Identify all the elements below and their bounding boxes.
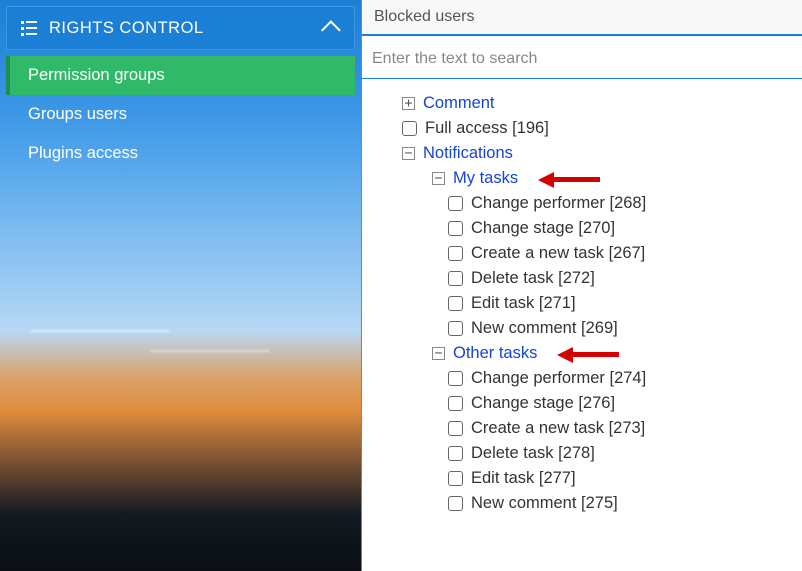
tree-leaf[interactable]: Edit task [271] xyxy=(370,291,794,316)
tree-label: Change stage [270] xyxy=(471,219,615,238)
tree-label: New comment [275] xyxy=(471,494,618,513)
tree-label: Change performer [274] xyxy=(471,369,646,388)
tree-label[interactable]: Other tasks xyxy=(453,344,537,363)
tree-leaf[interactable]: Change stage [270] xyxy=(370,216,794,241)
collapse-icon[interactable]: − xyxy=(432,347,445,360)
tree-leaf[interactable]: Change stage [276] xyxy=(370,391,794,416)
tree-node-comment[interactable]: + Comment xyxy=(370,91,794,116)
checkbox[interactable] xyxy=(448,246,463,261)
sidebar-item-groups-users[interactable]: Groups users xyxy=(6,95,355,134)
checkbox[interactable] xyxy=(448,471,463,486)
tree-leaf[interactable]: Delete task [278] xyxy=(370,441,794,466)
sidebar-section-title: RIGHTS CONTROL xyxy=(49,19,204,38)
checkbox[interactable] xyxy=(448,496,463,511)
sidebar-section-rights-control[interactable]: RIGHTS CONTROL xyxy=(6,6,355,50)
sidebar-item-plugins-access[interactable]: Plugins access xyxy=(6,134,355,173)
sidebar-item-label: Groups users xyxy=(28,105,127,123)
tree-leaf[interactable]: Change performer [268] xyxy=(370,191,794,216)
checkbox[interactable] xyxy=(448,196,463,211)
tree-label: Full access [196] xyxy=(425,119,549,138)
sidebar: RIGHTS CONTROL Permission groups Groups … xyxy=(0,0,361,571)
tree-node-notifications[interactable]: − Notifications xyxy=(370,141,794,166)
checkbox[interactable] xyxy=(448,296,463,311)
bg-cloud xyxy=(150,350,270,352)
tree-label: New comment [269] xyxy=(471,319,618,338)
sidebar-item-label: Permission groups xyxy=(28,66,165,84)
sidebar-item-label: Plugins access xyxy=(28,144,138,162)
permission-tree: + Comment Full access [196] − Notificati… xyxy=(362,79,802,571)
sidebar-item-permission-groups[interactable]: Permission groups xyxy=(6,56,355,95)
tree-label[interactable]: My tasks xyxy=(453,169,518,188)
tree-label: Delete task [272] xyxy=(471,269,595,288)
main-panel: Blocked users + Comment Full access [196… xyxy=(361,0,802,571)
tree-label[interactable]: Notifications xyxy=(423,144,513,163)
tree-label: Change performer [268] xyxy=(471,194,646,213)
tree-label: Edit task [271] xyxy=(471,294,576,313)
checkbox[interactable] xyxy=(448,446,463,461)
tree-leaf[interactable]: New comment [275] xyxy=(370,491,794,516)
tree-label: Create a new task [267] xyxy=(471,244,645,263)
bg-cloud xyxy=(30,330,170,332)
checkbox[interactable] xyxy=(448,396,463,411)
checkbox[interactable] xyxy=(448,321,463,336)
tree-label: Change stage [276] xyxy=(471,394,615,413)
arrow-annotation xyxy=(538,172,600,186)
collapse-icon[interactable]: − xyxy=(432,172,445,185)
search-input[interactable] xyxy=(368,42,796,78)
sidebar-nav: Permission groups Groups users Plugins a… xyxy=(6,56,355,173)
list-icon xyxy=(21,21,37,36)
chevron-up-icon xyxy=(321,20,341,40)
search-bar xyxy=(362,36,802,79)
tree-label: Edit task [277] xyxy=(471,469,576,488)
tree-leaf[interactable]: Create a new task [267] xyxy=(370,241,794,266)
tab-blocked-users[interactable]: Blocked users xyxy=(374,8,475,26)
tree-node-my-tasks[interactable]: − My tasks xyxy=(370,166,794,191)
tree-leaf[interactable]: New comment [269] xyxy=(370,316,794,341)
tree-leaf[interactable]: Edit task [277] xyxy=(370,466,794,491)
tab-bar: Blocked users xyxy=(362,0,802,36)
tree-leaf[interactable]: Change performer [274] xyxy=(370,366,794,391)
tree-label: Delete task [278] xyxy=(471,444,595,463)
tree-label[interactable]: Comment xyxy=(423,94,495,113)
expand-icon[interactable]: + xyxy=(402,97,415,110)
checkbox[interactable] xyxy=(448,421,463,436)
arrow-annotation xyxy=(557,347,619,361)
checkbox[interactable] xyxy=(402,121,417,136)
tree-node-full-access[interactable]: Full access [196] xyxy=(370,116,794,141)
tree-leaf[interactable]: Create a new task [273] xyxy=(370,416,794,441)
collapse-icon[interactable]: − xyxy=(402,147,415,160)
checkbox[interactable] xyxy=(448,371,463,386)
checkbox[interactable] xyxy=(448,221,463,236)
tree-node-other-tasks[interactable]: − Other tasks xyxy=(370,341,794,366)
tree-leaf[interactable]: Delete task [272] xyxy=(370,266,794,291)
checkbox[interactable] xyxy=(448,271,463,286)
tree-label: Create a new task [273] xyxy=(471,419,645,438)
